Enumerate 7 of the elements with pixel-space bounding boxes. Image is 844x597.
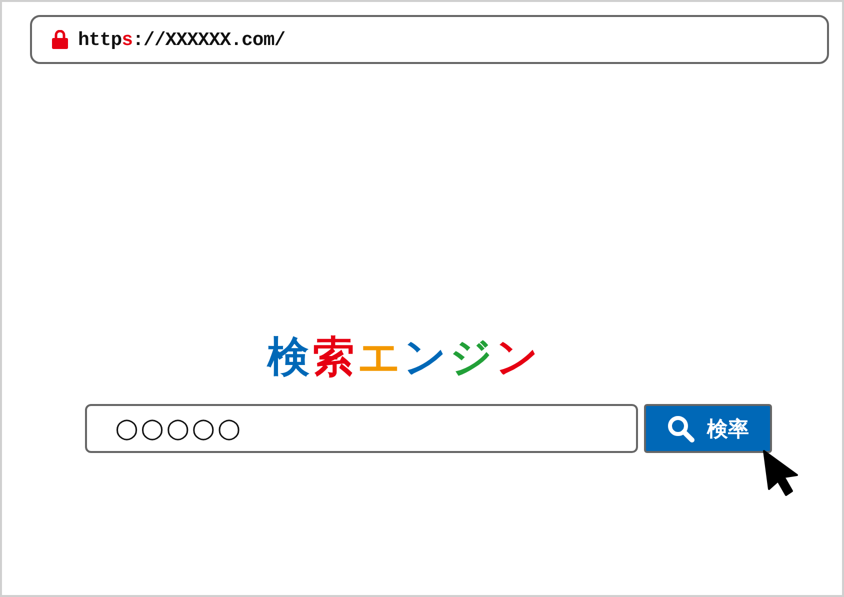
logo-text: 検索エ ン ジ ン bbox=[268, 334, 542, 380]
address-bar[interactable]: https://XXXXXX.com/ bbox=[30, 15, 829, 64]
search-field[interactable]: ○○○○○ bbox=[85, 404, 638, 454]
search-button[interactable]: 検率 bbox=[644, 404, 772, 454]
url-text: https://XXXXXX.com/ bbox=[78, 28, 286, 50]
pointer-cursor-icon bbox=[762, 449, 800, 497]
search-icon bbox=[667, 414, 695, 443]
